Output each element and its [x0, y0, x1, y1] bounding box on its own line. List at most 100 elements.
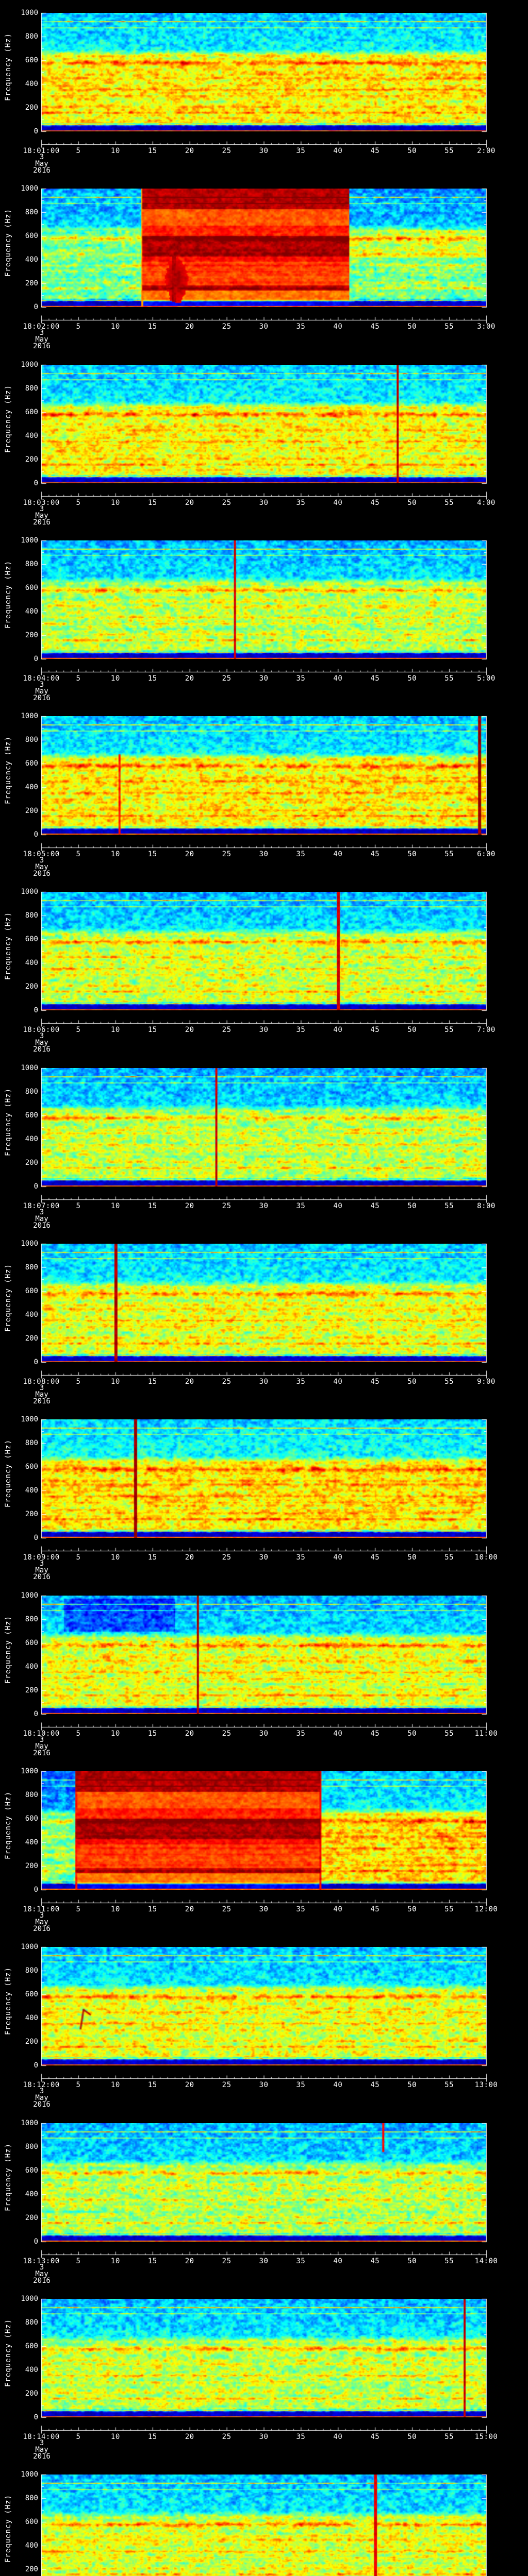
y-tick-label: 800 [25, 208, 38, 216]
y-tick-label: 200 [25, 1862, 38, 1870]
date-label-line: 2016 [33, 1045, 51, 1054]
spectrogram-canvas [41, 716, 486, 835]
date-label-line: 2016 [33, 1925, 51, 1933]
x-end-time-label: 9:00 [477, 1378, 496, 1386]
spectrogram-panel: Frequency (Hz) 0 200 400 600 800 1000 18:14:00… [0, 2286, 528, 2462]
spectrogram-canvas [41, 1596, 486, 1714]
y-tick-label: 600 [25, 2342, 38, 2350]
y-axis-title: Frequency (Hz) [4, 560, 12, 629]
y-tick-label: 600 [25, 2166, 38, 2175]
date-label-line: 2016 [33, 870, 51, 878]
y-tick-label: 0 [34, 655, 38, 663]
spectrogram-panel: Frequency (Hz) 0 200 400 600 800 1000 18:04:00… [0, 528, 528, 703]
y-axis-title: Frequency (Hz) [4, 1791, 12, 1859]
date-label-line: 2016 [33, 166, 51, 175]
y-tick-label: 800 [25, 2494, 38, 2502]
spectrogram-canvas [41, 2475, 486, 2576]
y-tick-label: 0 [34, 1886, 38, 1894]
y-tick-label: 800 [25, 560, 38, 568]
y-tick-label: 200 [25, 104, 38, 112]
x-end-time-label: 3:00 [477, 323, 496, 331]
y-tick-label: 600 [25, 935, 38, 943]
x-end-time-label: 10:00 [474, 1553, 498, 1562]
y-tick-label: 200 [25, 2389, 38, 2398]
x-end-time-label: 15:00 [474, 2433, 498, 2441]
y-tick-label: 800 [25, 1791, 38, 1799]
y-tick-label: 1000 [21, 1767, 38, 1775]
y-tick-label: 200 [25, 2214, 38, 2222]
y-axis-title: Frequency (Hz) [4, 1615, 12, 1684]
y-tick-label: 600 [25, 1990, 38, 1998]
y-tick-label: 400 [25, 2366, 38, 2374]
y-tick-label: 1000 [21, 2295, 38, 2303]
y-tick-label: 200 [25, 807, 38, 815]
y-tick-label: 1000 [21, 536, 38, 545]
spectrogram-canvas [41, 13, 486, 131]
spectrogram-panel: Frequency (Hz) 0 200 400 600 800 1000 18:08:00… [0, 1231, 528, 1406]
spectrogram-panel: Frequency (Hz) 0 200 400 600 800 1000 18:13:00… [0, 2110, 528, 2286]
y-tick-label: 1000 [21, 1943, 38, 1951]
date-label-line: 2016 [33, 518, 51, 527]
date-label-line: 2016 [33, 1222, 51, 1230]
y-tick-label: 800 [25, 2318, 38, 2327]
spectrogram-panel: Frequency (Hz) 0 200 400 600 800 1000 18:03:00… [0, 352, 528, 528]
y-tick-label: 400 [25, 1311, 38, 1319]
date-label-line: 2016 [33, 1573, 51, 1581]
y-tick-label: 200 [25, 2565, 38, 2573]
y-axis-title: Frequency (Hz) [4, 2143, 12, 2211]
y-tick-label: 600 [25, 1463, 38, 1471]
x-end-time-label: 8:00 [477, 1202, 496, 1210]
spectrogram-canvas [41, 1419, 486, 1538]
y-tick-label: 200 [25, 1686, 38, 1694]
y-tick-label: 200 [25, 982, 38, 991]
spectrogram-panel: Frequency (Hz) 0 200 400 600 800 1000 18:02:00… [0, 176, 528, 351]
y-tick-label: 0 [34, 1006, 38, 1014]
y-tick-label: 800 [25, 384, 38, 393]
date-label-line: 2016 [33, 2100, 51, 2109]
y-tick-label: 1000 [21, 1415, 38, 1423]
y-tick-label: 400 [25, 1486, 38, 1495]
y-axis-title: Frequency (Hz) [4, 1263, 12, 1332]
x-end-time-label: 2:00 [477, 147, 496, 155]
y-tick-label: 400 [25, 256, 38, 264]
y-tick-label: 0 [34, 127, 38, 135]
y-tick-label: 0 [34, 2413, 38, 2421]
y-tick-label: 0 [34, 2061, 38, 2070]
spectrogram-panel: Frequency (Hz) 0 200 400 600 800 1000 18:05:00… [0, 703, 528, 879]
y-axis-title: Frequency (Hz) [4, 736, 12, 804]
y-axis-title: Frequency (Hz) [4, 208, 12, 277]
x-end-time-label: 6:00 [477, 850, 496, 858]
y-tick-label: 200 [25, 1159, 38, 1167]
spectrogram-panel: Frequency (Hz) 0200400600800100018:15:00… [0, 2462, 528, 2576]
y-tick-label: 0 [34, 1710, 38, 1718]
spectrogram-canvas [41, 189, 486, 307]
x-end-time-label: 12:00 [474, 1905, 498, 1913]
date-label-line: 2016 [33, 694, 51, 702]
date-label-line: 2016 [33, 1749, 51, 1757]
date-label-line: 2016 [33, 2452, 51, 2461]
y-tick-label: 800 [25, 1967, 38, 1975]
y-tick-label: 200 [25, 455, 38, 464]
y-tick-label: 800 [25, 911, 38, 920]
y-tick-label: 600 [25, 1639, 38, 1647]
y-axis-title: Frequency (Hz) [4, 384, 12, 453]
y-tick-label: 600 [25, 1815, 38, 1823]
y-axis-title: Frequency (Hz) [4, 2318, 12, 2387]
y-tick-label: 400 [25, 432, 38, 440]
y-tick-label: 1000 [21, 2470, 38, 2479]
spectrogram-canvas [41, 892, 486, 1010]
y-tick-label: 1000 [21, 1240, 38, 1248]
y-tick-label: 0 [34, 303, 38, 311]
spectrogram-panel: Frequency (Hz) 0 200 400 600 800 1000 18:07:00… [0, 1055, 528, 1231]
y-tick-label: 200 [25, 2038, 38, 2046]
spectrogram-canvas [41, 1244, 486, 1362]
spectrogram-canvas [41, 540, 486, 659]
y-tick-label: 0 [34, 1534, 38, 1542]
y-tick-label: 600 [25, 408, 38, 416]
y-axis-title: Frequency (Hz) [4, 911, 12, 980]
y-tick-label: 1000 [21, 1064, 38, 1072]
y-tick-label: 200 [25, 279, 38, 287]
spectrogram-canvas [41, 1947, 486, 2065]
spectrogram-panel: Frequency (Hz) 0 200 400 600 800 1000 18:01:00… [0, 0, 528, 176]
date-label-line: 2016 [33, 342, 51, 350]
